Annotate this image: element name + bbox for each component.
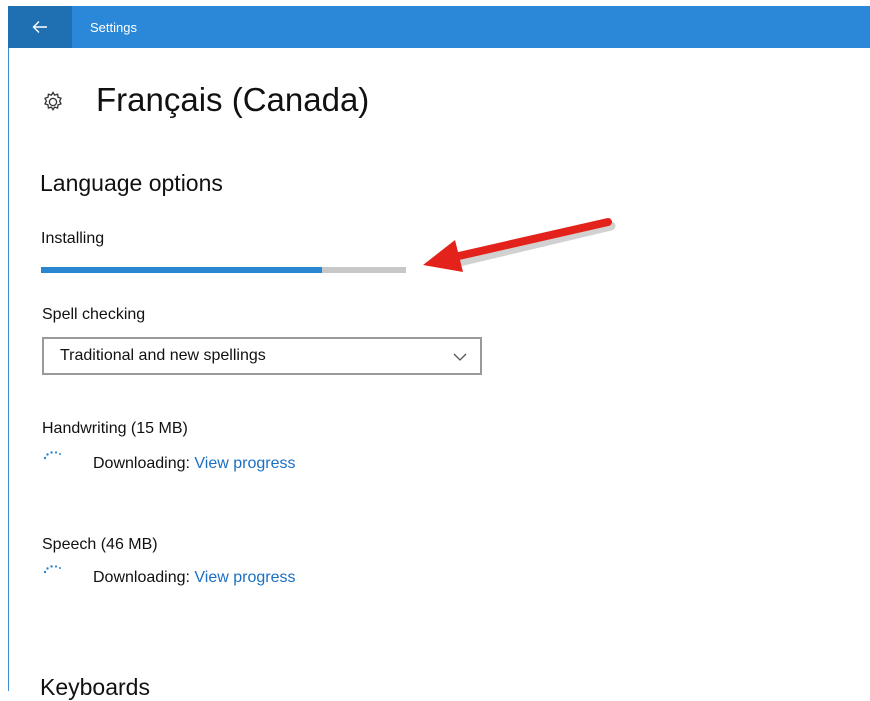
install-progress-fill <box>41 267 323 273</box>
spinner-icon <box>43 451 61 460</box>
install-progress-bar <box>41 267 406 273</box>
annotation-arrow-icon <box>423 218 616 272</box>
back-button[interactable] <box>8 6 72 48</box>
chevron-down-icon <box>453 353 467 361</box>
speech-view-progress-link[interactable]: View progress <box>194 569 295 586</box>
handwriting-view-progress-link[interactable]: View progress <box>194 455 295 472</box>
spell-checking-label: Spell checking <box>42 306 146 323</box>
page-title: Français (Canada) <box>96 81 370 118</box>
app-title: Settings <box>90 20 137 35</box>
title-bar: Settings <box>8 6 870 48</box>
spell-checking-dropdown[interactable]: Traditional and new spellings <box>42 337 482 375</box>
speech-label: Speech (46 MB) <box>42 536 158 553</box>
install-status-label: Installing <box>41 230 105 247</box>
spinner-icon <box>43 565 61 574</box>
gear-icon <box>44 91 62 111</box>
spell-checking-selected-value: Traditional and new spellings <box>60 347 266 364</box>
section-title-keyboards: Keyboards <box>40 674 150 700</box>
speech-status-text: Downloading: <box>93 569 190 586</box>
section-title-language-options: Language options <box>40 170 223 196</box>
window-border <box>8 48 9 691</box>
handwriting-status-text: Downloading: <box>93 455 190 472</box>
back-arrow-icon <box>32 21 47 33</box>
speech-download-status: Downloading: View progress <box>93 569 296 587</box>
handwriting-label: Handwriting (15 MB) <box>42 420 188 437</box>
handwriting-download-status: Downloading: View progress <box>93 455 296 473</box>
